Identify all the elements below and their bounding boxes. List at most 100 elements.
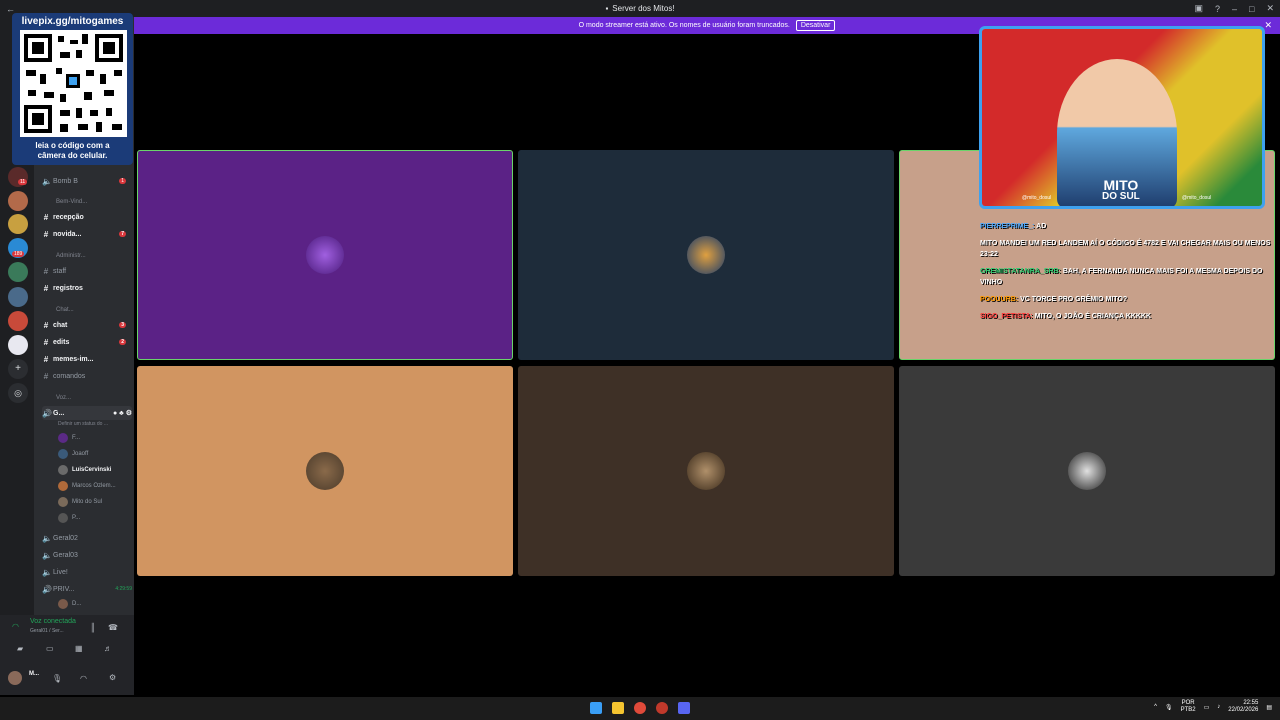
obs-icon[interactable] (656, 702, 668, 714)
chat-message: SIGO_PETISTA: MITO, O JOÃO É CRIANÇA KKK… (980, 311, 1274, 322)
channel-label: staff (53, 267, 67, 275)
speaker-icon: 🔈 (42, 533, 52, 543)
video-tile[interactable] (899, 366, 1275, 576)
file-explorer-icon[interactable] (612, 702, 624, 714)
network-icon[interactable]: ▭ (1204, 704, 1210, 711)
server-icon-active[interactable] (8, 335, 28, 355)
minimize-button[interactable]: – (1232, 4, 1237, 14)
qr-code (20, 30, 127, 137)
logo-line2: DO SUL (1102, 191, 1140, 202)
server-icon-2[interactable] (8, 191, 28, 211)
video-tile[interactable] (137, 366, 513, 576)
voice-status: Voz conectada (30, 618, 76, 625)
tray-chevron-icon[interactable]: ^ (1154, 704, 1157, 710)
maximize-button[interactable]: □ (1249, 4, 1254, 14)
soundboard-icon[interactable]: ♬ (104, 644, 112, 653)
voice-user[interactable]: P... (58, 513, 80, 523)
add-server-icon[interactable]: + (8, 359, 28, 379)
category-chat[interactable]: Chat... (56, 307, 74, 313)
notifications-icon[interactable]: ▤ (1266, 704, 1272, 711)
channel-edits[interactable]: # edits 2 (42, 335, 132, 349)
server-icon-3[interactable] (8, 214, 28, 234)
video-tile[interactable] (137, 150, 513, 360)
channel-live[interactable]: 🔈 Live! (42, 565, 132, 579)
qr-url: livepix.gg/mitogames (21, 16, 124, 27)
channel-bomb-b[interactable]: 🔈 Bomb B 1 (42, 174, 132, 188)
channel-staff[interactable]: # staff (42, 264, 132, 278)
voice-user[interactable]: Joaoff (58, 449, 88, 459)
voice-user-name: D... (72, 601, 82, 607)
disconnect-icon[interactable]: ☎ (108, 623, 118, 632)
back-arrow-icon[interactable]: ← (6, 4, 15, 14)
voice-status-hint[interactable]: Definir um status do ... (58, 421, 108, 427)
channel-novidades[interactable]: # novida... 7 (42, 227, 132, 241)
server-badge: 11 (18, 179, 28, 185)
channel-voice-active[interactable]: 🔊 G... ● ♣ ⚙ (42, 406, 132, 420)
category-administracao[interactable]: Administr... (56, 253, 86, 259)
video-tile[interactable] (518, 150, 894, 360)
disable-streamer-mode-button[interactable]: Desativar (795, 20, 836, 31)
tiktok-handle: @mito_dosul (1182, 195, 1212, 201)
chat-message: POOUURB: VC TORCE PRO GRÊMIO MITO? (980, 294, 1274, 305)
volume-icon[interactable]: ♪ (1217, 704, 1220, 710)
discover-icon[interactable]: ◎ (8, 383, 28, 403)
avatar (306, 236, 344, 274)
close-banner-icon[interactable]: ✕ (1264, 20, 1272, 31)
channel-comandos[interactable]: # comandos (42, 369, 132, 383)
discord-icon[interactable] (678, 702, 690, 714)
hash-icon: # (43, 229, 49, 239)
voice-channel-sub[interactable]: Geral01 / Ser... (30, 628, 64, 634)
qr-caption-line1: leia o código com a (35, 141, 110, 150)
hash-icon: # (43, 354, 49, 364)
video-tile[interactable] (518, 366, 894, 576)
channel-geral03[interactable]: 🔈 Geral03 (42, 548, 132, 562)
window-title-group: ▪ Server dos Mitos! (605, 4, 674, 13)
channel-priv[interactable]: 🔊 PRIV... 4:29:59 (42, 582, 132, 596)
microphone-icon[interactable]: 🎙 (52, 674, 62, 683)
user-name[interactable]: M... (29, 671, 39, 677)
help-icon[interactable]: ? (1215, 4, 1220, 14)
voice-user[interactable]: D... (58, 599, 81, 609)
tray-mic-icon[interactable]: 🎙 (1165, 704, 1173, 711)
hash-icon: # (43, 283, 49, 293)
screen-share-icon[interactable]: ▭ (46, 644, 54, 653)
channel-label: novida... (53, 230, 82, 238)
settings-icon[interactable]: ⚙ (109, 673, 116, 682)
avatar[interactable] (8, 671, 22, 685)
channel-badge: 1 (119, 178, 126, 184)
chat-message: PIERREPRIME_: AD (980, 221, 1274, 232)
channel-label: G... (53, 409, 65, 417)
language-indicator[interactable]: POR PTB2 (1181, 700, 1196, 714)
server-icon-6[interactable] (8, 287, 28, 307)
channel-geral02[interactable]: 🔈 Geral02 (42, 531, 132, 545)
qr-caption: leia o código com a câmera do celular. (12, 141, 133, 161)
channel-label: PRIV... (53, 585, 75, 593)
channel-chat[interactable]: # chat 3 (42, 318, 132, 332)
channel-label: Geral02 (53, 534, 78, 542)
camera-icon[interactable]: ▰ (17, 644, 23, 653)
channel-recepcao[interactable]: # recepção (42, 210, 132, 224)
channel-memes[interactable]: # memes-im... (42, 352, 132, 366)
voice-user[interactable]: LuisCervinski (58, 465, 111, 475)
category-voz[interactable]: Voz... (56, 395, 71, 401)
inbox-icon[interactable]: ▣ (1194, 3, 1203, 14)
close-window-button[interactable]: ✕ (1266, 3, 1274, 14)
server-icon-7[interactable] (8, 311, 28, 331)
headphones-icon[interactable]: ◠ (80, 674, 87, 683)
server-icon-5[interactable] (8, 262, 28, 282)
chrome-icon[interactable] (634, 702, 646, 714)
signal-icon[interactable]: ◠ (12, 622, 19, 631)
activities-icon[interactable]: ▦ (75, 644, 83, 653)
start-icon[interactable] (590, 702, 602, 714)
voice-user[interactable]: Mito do Sul (58, 497, 102, 507)
noise-suppression-icon[interactable]: ║ (90, 623, 96, 632)
channel-registros[interactable]: # registros (42, 281, 132, 295)
channel-actions-icon[interactable]: ● ♣ ⚙ (113, 409, 132, 417)
hash-icon: # (43, 371, 49, 381)
clock[interactable]: 22:55 22/02/2026 (1228, 700, 1258, 714)
voice-user[interactable]: F... (58, 433, 80, 443)
voice-user[interactable]: Marcos Ozlem... (58, 481, 116, 491)
category-bem-vindo[interactable]: Bem-Vind... (56, 199, 87, 205)
hash-icon: # (43, 212, 49, 222)
channel-label: chat (53, 321, 68, 329)
